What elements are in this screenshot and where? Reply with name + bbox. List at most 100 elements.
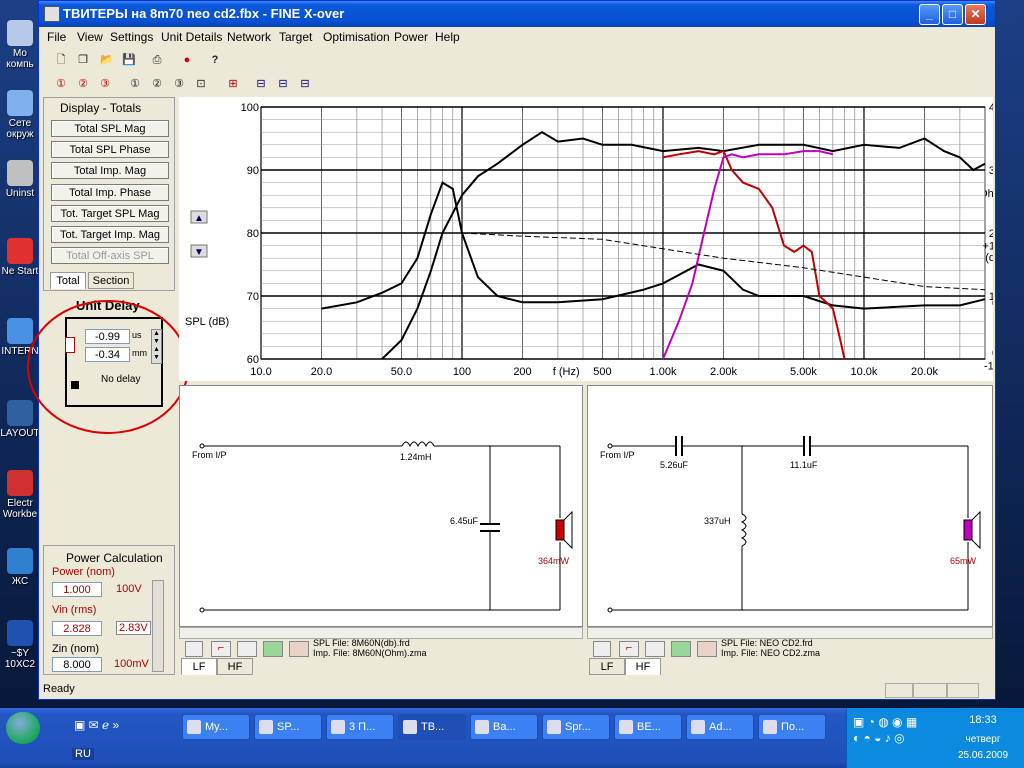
computer-icon (7, 20, 33, 46)
lowpass-icon[interactable]: ⌐ (619, 641, 639, 657)
hf-tab-lf[interactable]: LF (589, 658, 625, 675)
color-icon[interactable]: ● (177, 51, 197, 69)
network-icon[interactable]: ⊞ (223, 75, 243, 93)
zin-nom-field[interactable]: 8.000 (52, 657, 102, 672)
menu-help[interactable]: Help (435, 30, 460, 44)
desktop-icon-uninstall[interactable]: Uninst (0, 160, 40, 199)
clock-time[interactable]: 18:33 (943, 714, 1023, 726)
hf-tab-hf[interactable]: HF (625, 658, 661, 675)
task-item-3[interactable]: 3 П... (326, 714, 394, 740)
tot-target-spl-mag-button[interactable]: Tot. Target SPL Mag (51, 205, 169, 222)
menu-view[interactable]: View (77, 30, 103, 44)
speaker-icon[interactable] (185, 641, 203, 657)
menu-target[interactable]: Target (279, 30, 312, 44)
title-bar[interactable]: ТВИТЕРЫ на 8m70 neo cd2.fbx - FINE X-ove… (39, 1, 995, 27)
hf-input-label: From I/P (600, 450, 635, 460)
power-slider[interactable] (152, 580, 164, 672)
desktop-icon-zhs[interactable]: ЖС (0, 548, 40, 587)
close-button[interactable]: ✕ (965, 4, 986, 25)
hf-spl-file: SPL File: NEO CD2.frd (721, 638, 813, 648)
curve-icon[interactable]: ⊡ (191, 75, 211, 93)
window-icon (259, 720, 273, 734)
task-item-9[interactable]: По... (758, 714, 826, 740)
total-imp-phase-button[interactable]: Total Imp. Phase (51, 184, 169, 201)
task-item-active[interactable]: ТВ... (398, 714, 466, 740)
filter-icon[interactable] (645, 641, 665, 657)
tray-icons[interactable]: ▣ ◔ ◍ ◉ ▦ ◐ ◓ ◒ ♪ ◎ (853, 714, 937, 758)
lf-inductor-symbol (401, 441, 435, 448)
section-2-icon[interactable]: ② (147, 75, 167, 93)
quick-launch-icons[interactable]: ▣ ✉ ℯ » (74, 718, 119, 732)
power-calc-title: Power Calculation (66, 551, 163, 565)
x-tick-label: 50.0 (391, 366, 412, 378)
unit-1-icon[interactable]: ① (51, 75, 71, 93)
unit-3-icon[interactable]: ③ (95, 75, 115, 93)
tab-total[interactable]: Total (50, 272, 86, 289)
print-icon[interactable]: ⎙ (147, 51, 167, 69)
total-spl-mag-button[interactable]: Total SPL Mag (51, 120, 169, 137)
filter-icon[interactable] (237, 641, 257, 657)
task-item-6[interactable]: Spr... (542, 714, 610, 740)
tot-target-imp-mag-button[interactable]: Tot. Target Imp. Mag (51, 226, 169, 243)
menu-unit-details[interactable]: Unit Details (161, 30, 222, 44)
section-1-icon[interactable]: ① (125, 75, 145, 93)
save-icon[interactable]: 💾 (119, 51, 139, 69)
power-nom-field[interactable]: 1.000 (52, 582, 102, 597)
window-icon (547, 720, 561, 734)
menu-optimisation[interactable]: Optimisation (323, 30, 390, 44)
opera-icon (763, 720, 777, 734)
network-1-icon[interactable]: ⊟ (251, 75, 271, 93)
hf-schematic[interactable]: From I/P 5.26uF 11.1uF 337uH 65mW (587, 385, 993, 627)
new-file-icon[interactable]: 🗋 (51, 51, 71, 69)
menu-network[interactable]: Network (227, 30, 271, 44)
desktop-icon-start[interactable]: Ne Start (0, 238, 40, 277)
files-icon[interactable] (697, 641, 717, 657)
lf-tab-lf[interactable]: LF (181, 658, 217, 675)
lowpass-icon[interactable]: ⌐ (211, 641, 231, 657)
clock-date: 25.06.2009 (957, 750, 1009, 761)
copy-icon[interactable]: ❐ (73, 51, 93, 69)
menu-file[interactable]: File (47, 30, 66, 44)
total-off-axis-spl-button[interactable]: Total Off-axis SPL (51, 247, 169, 264)
imp-tick-label: 30 (989, 165, 993, 177)
lf-input-label: From I/P (192, 450, 227, 460)
desktop-icon-workbench[interactable]: Electr Workbe (0, 470, 40, 520)
desktop-icon-doc[interactable]: ~$Y 10ХС2 (0, 620, 40, 670)
minimize-button[interactable]: _ (919, 4, 940, 25)
total-spl-phase-button[interactable]: Total SPL Phase (51, 141, 169, 158)
maximize-button[interactable]: □ (942, 4, 963, 25)
lf-tab-hf[interactable]: HF (217, 658, 253, 675)
imp-tick-label: 0 (992, 348, 993, 360)
section-3-icon[interactable]: ③ (169, 75, 189, 93)
down-arrow-icon: ▼ (194, 247, 204, 258)
frequency-response-chart[interactable]: SPL (dB) Imp. (Ohms) Phase (deg.) ▲ ▼ 10… (179, 97, 1014, 381)
lf-schematic[interactable]: From I/P 1.24mH 6.45uF 364mW (179, 385, 583, 627)
window-icon (475, 720, 489, 734)
folder-icon (331, 720, 345, 734)
files-icon[interactable] (289, 641, 309, 657)
task-item-1[interactable]: My... (182, 714, 250, 740)
task-item-2[interactable]: SP... (254, 714, 322, 740)
app-icon[interactable] (44, 6, 60, 22)
menu-power[interactable]: Power (394, 30, 428, 44)
filter-green-icon[interactable] (671, 641, 691, 657)
tab-section[interactable]: Section (88, 272, 134, 289)
total-imp-mag-button[interactable]: Total Imp. Mag (51, 162, 169, 179)
task-item-7[interactable]: ВЕ... (614, 714, 682, 740)
start-button[interactable] (6, 712, 40, 744)
speaker-icon[interactable] (593, 641, 611, 657)
desktop-icon-my-computer[interactable]: Мо компь (0, 20, 40, 70)
phase-tick-label: 0 (992, 297, 993, 309)
vin-rms-field[interactable]: 2.828 (52, 621, 102, 636)
menu-settings[interactable]: Settings (110, 30, 153, 44)
task-item-5[interactable]: Ва... (470, 714, 538, 740)
open-folder-icon[interactable]: 📂 (97, 51, 117, 69)
network-2-icon[interactable]: ⊟ (273, 75, 293, 93)
language-indicator[interactable]: RU (72, 748, 94, 760)
task-item-8[interactable]: Ad... (686, 714, 754, 740)
unit-2-icon[interactable]: ② (73, 75, 93, 93)
desktop-icon-network[interactable]: Сете окруж (0, 90, 40, 140)
network-3-icon[interactable]: ⊟ (295, 75, 315, 93)
help-icon[interactable]: ? (205, 51, 225, 69)
filter-green-icon[interactable] (263, 641, 283, 657)
